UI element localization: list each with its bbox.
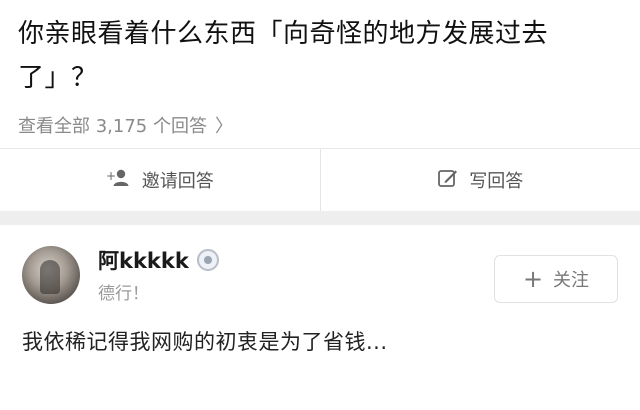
edit-icon [437, 167, 459, 194]
write-answer-label: 写回答 [469, 167, 523, 193]
question-card: 你亲眼看着什么东西「向奇怪的地方发展过去了」？ 查看全部 3,175 个回答 〉 [0, 0, 640, 148]
answer-card: 阿kkkkk 德行！ + 关注 我依稀记得我网购的初衷是为了省钱... [0, 225, 640, 410]
svg-text:+: + [106, 169, 116, 183]
question-title[interactable]: 你亲眼看着什么东西「向奇怪的地方发展过去了」？ [18, 12, 622, 100]
view-all-answers-label: 查看全部 3,175 个回答 [18, 112, 207, 138]
badge-dot [204, 256, 212, 264]
avatar[interactable] [22, 246, 80, 304]
question-actions-bar: + 邀请回答 写回答 [0, 148, 640, 211]
invite-answer-label: 邀请回答 [142, 167, 214, 193]
follow-label: 关注 [553, 266, 589, 292]
follow-button[interactable]: + 关注 [494, 255, 618, 303]
invite-answer-button[interactable]: + 邀请回答 [0, 149, 320, 211]
author-bio: 德行！ [98, 279, 219, 304]
author-name[interactable]: 阿kkkkk [98, 245, 189, 275]
verified-badge-icon [197, 249, 219, 271]
view-all-answers-link[interactable]: 查看全部 3,175 个回答 〉 [18, 112, 622, 138]
chevron-right-icon: 〉 [215, 112, 233, 138]
answer-excerpt[interactable]: 我依稀记得我网购的初衷是为了省钱... [22, 326, 618, 356]
author-name-line: 阿kkkkk [98, 245, 219, 275]
plus-icon: + [523, 267, 543, 291]
write-answer-button[interactable]: 写回答 [321, 149, 640, 211]
add-user-icon: + [106, 168, 132, 193]
section-gap [0, 211, 640, 225]
author-info: 阿kkkkk 德行！ [98, 245, 219, 304]
